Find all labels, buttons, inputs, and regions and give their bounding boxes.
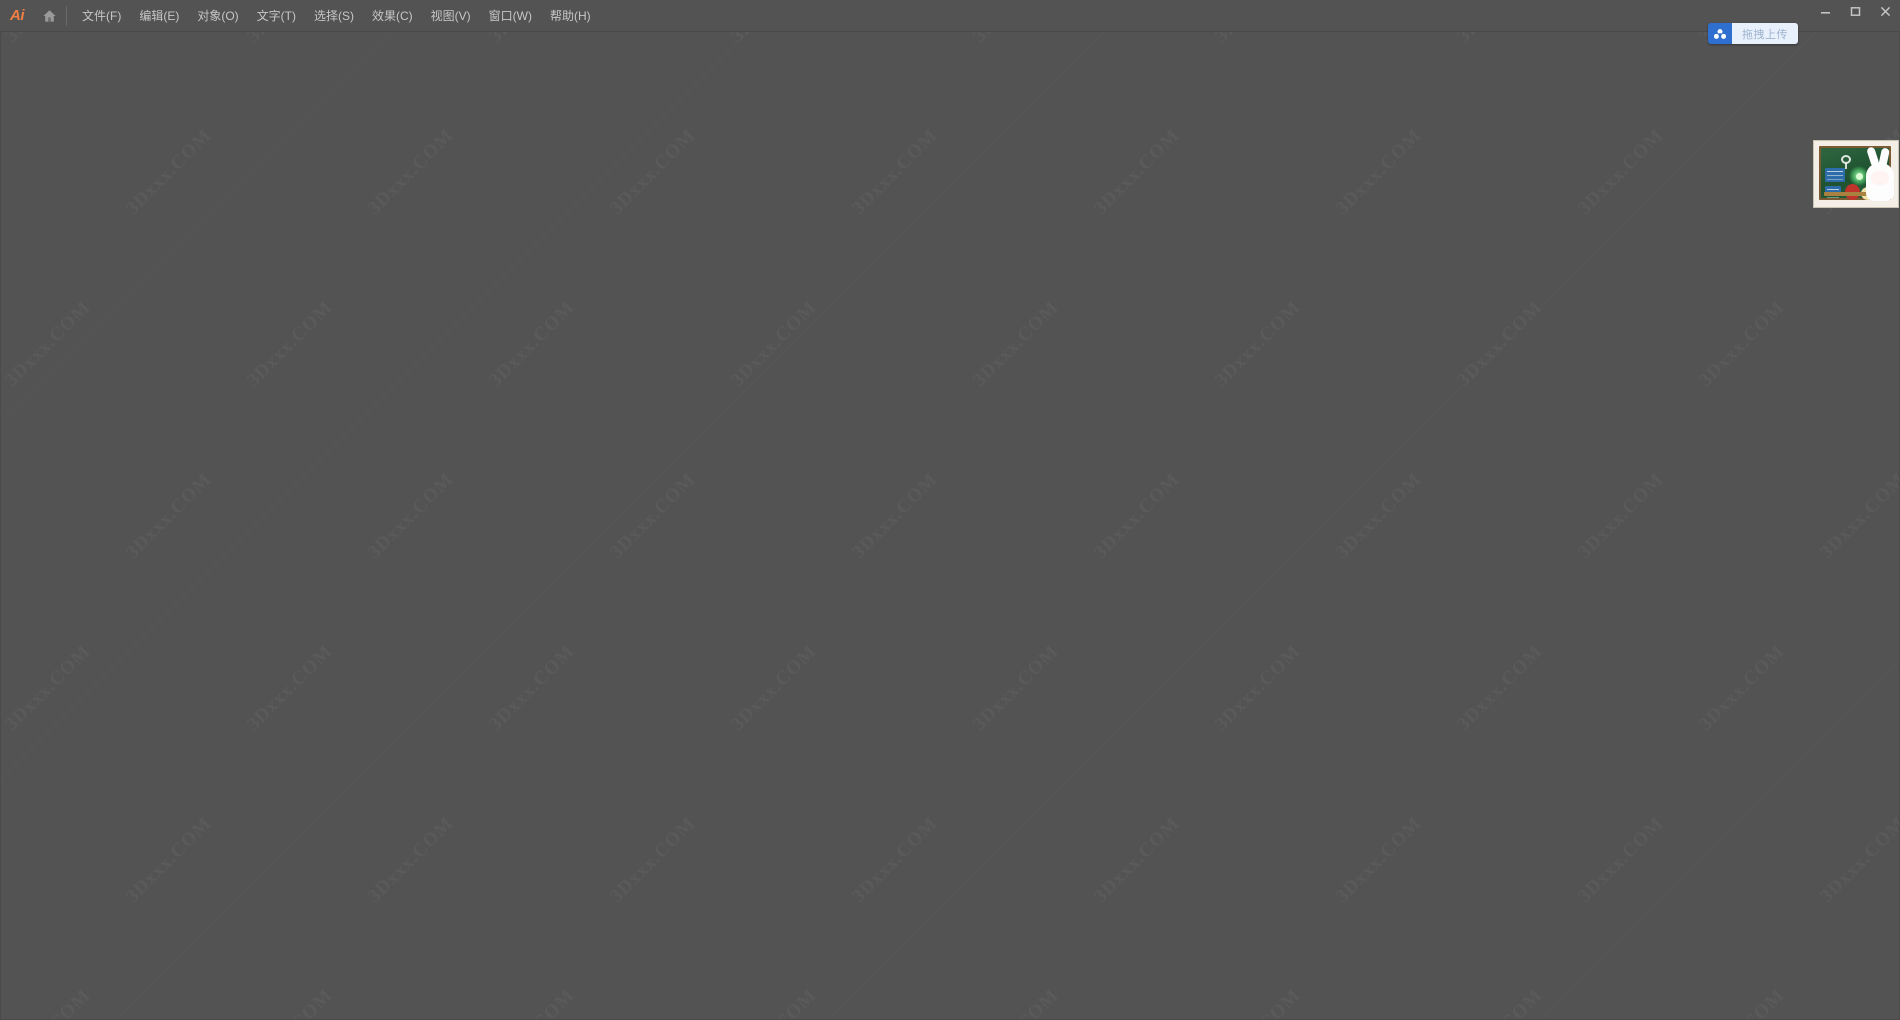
rabbit-face xyxy=(1871,171,1889,185)
watermark-text: 3Dxxx.COM xyxy=(364,813,459,908)
menu-item-edit[interactable]: 编辑(E) xyxy=(130,0,188,32)
menu-item-window[interactable]: 窗口(W) xyxy=(480,0,541,32)
watermark-text: 3Dxxx.COM xyxy=(122,125,217,220)
watermark-text: 3Dxxx.COM xyxy=(122,813,217,908)
watermark-text: 3Dxxx.COM xyxy=(848,813,943,908)
watermark-text: 3Dxxx.COM xyxy=(485,985,580,1019)
drag-upload-button[interactable]: 拖拽上传 xyxy=(1708,23,1798,44)
menu-bar: Ai 文件(F) 编辑(E) 对象(O) 文字(T) 选择(S) 效果(C) 视… xyxy=(0,0,1900,44)
canvas-area[interactable]: 3Dxxx.COM 3Dxxx.COM 3Dxxx.COM 3Dxxx.COM 3Dxx… xyxy=(0,32,1900,1020)
chalk-doodle-stem-icon xyxy=(1845,163,1847,169)
drag-upload-label: 拖拽上传 xyxy=(1732,23,1798,44)
close-icon xyxy=(1880,6,1891,17)
chalk-panel-lines xyxy=(1827,171,1843,172)
watermark-text: 3Dxxx.COM xyxy=(1574,813,1669,908)
rabbit-character xyxy=(1862,146,1896,201)
watermark-text: 3Dxxx.COM xyxy=(1332,469,1427,564)
watermark-text: 3Dxxx.COM xyxy=(1453,32,1548,48)
menu-item-type[interactable]: 文字(T) xyxy=(248,0,305,32)
watermark-text: 3Dxxx.COM xyxy=(727,32,822,48)
watermark-text: 3Dxxx.COM xyxy=(727,641,822,736)
watermark-text: 3Dxxx.COM xyxy=(1211,32,1306,48)
watermark-text: 3Dxxx.COM xyxy=(1090,469,1185,564)
menu-item-view[interactable]: 视图(V) xyxy=(422,0,480,32)
artwork-thumbnail[interactable]: ♪ xyxy=(1813,140,1899,208)
watermark-text: 3Dxxx.COM xyxy=(1695,641,1790,736)
watermark-text: 3Dxxx.COM xyxy=(243,32,338,48)
watermark-text: 3Dxxx.COM xyxy=(1211,985,1306,1019)
artwork-illustration: ♪ xyxy=(1814,141,1898,207)
menu-item-select[interactable]: 选择(S) xyxy=(305,0,363,32)
watermark-text: 3Dxxx.COM xyxy=(364,469,459,564)
application-window: Ai 文件(F) 编辑(E) 对象(O) 文字(T) 选择(S) 效果(C) 视… xyxy=(0,0,1900,1020)
watermark-text: 3Dxxx.COM xyxy=(485,297,580,392)
watermark-text: 3Dxxx.COM xyxy=(1816,813,1899,908)
menu-item-list: 文件(F) 编辑(E) 对象(O) 文字(T) 选择(S) 效果(C) 视图(V… xyxy=(73,0,600,32)
chalk-panel-lines xyxy=(1827,189,1839,190)
watermark-text: 3Dxxx.COM xyxy=(122,469,217,564)
home-button[interactable] xyxy=(34,0,64,32)
watermark-text: 3Dxxx.COM xyxy=(1453,297,1548,392)
watermark-text: 3Dxxx.COM xyxy=(1211,641,1306,736)
window-controls xyxy=(1810,0,1900,22)
diagonal-hairlines xyxy=(1,32,1899,1019)
watermark-text: 3Dxxx.COM xyxy=(1695,297,1790,392)
watermark-text: 3Dxxx.COM xyxy=(1211,297,1306,392)
watermark-text: 3Dxxx.COM xyxy=(606,125,701,220)
watermark-text: 3Dxxx.COM xyxy=(1453,641,1548,736)
watermark-text: 3Dxxx.COM xyxy=(1,641,96,736)
watermark-text: 3Dxxx.COM xyxy=(1090,813,1185,908)
watermark-text: 3Dxxx.COM xyxy=(243,297,338,392)
watermark-text: 3Dxxx.COM xyxy=(1695,985,1790,1019)
watermark-text: 3Dxxx.COM xyxy=(485,641,580,736)
watermark-text: 3Dxxx.COM xyxy=(1332,813,1427,908)
maximize-icon xyxy=(1850,6,1861,17)
minimize-button[interactable] xyxy=(1810,0,1840,22)
watermark-text: 3Dxxx.COM xyxy=(1,32,96,48)
watermark-text: 3Dxxx.COM xyxy=(1574,125,1669,220)
app-logo: Ai xyxy=(10,7,25,24)
watermark-text: 3Dxxx.COM xyxy=(243,641,338,736)
menubar-divider xyxy=(66,5,67,26)
watermark-text: 3Dxxx.COM xyxy=(1816,469,1899,564)
menu-item-file[interactable]: 文件(F) xyxy=(73,0,130,32)
watermark-text: 3Dxxx.COM xyxy=(1574,469,1669,564)
minimize-icon xyxy=(1820,6,1831,17)
watermark-text: 3Dxxx.COM xyxy=(364,125,459,220)
watermark-text: 3Dxxx.COM xyxy=(606,813,701,908)
cloud-upload-icon xyxy=(1708,23,1732,44)
watermark-text: 3Dxxx.COM xyxy=(969,297,1064,392)
watermark-text: 3Dxxx.COM xyxy=(606,469,701,564)
menu-item-effect[interactable]: 效果(C) xyxy=(363,0,422,32)
watermark-text: 3Dxxx.COM xyxy=(727,297,822,392)
watermark-text: 3Dxxx.COM xyxy=(1,985,96,1019)
menu-item-help[interactable]: 帮助(H) xyxy=(541,0,600,32)
chalk-panel-upper xyxy=(1825,168,1845,182)
watermark-text: 3Dxxx.COM xyxy=(969,985,1064,1019)
watermark-text: 3Dxxx.COM xyxy=(1,297,96,392)
watermark-text: 3Dxxx.COM xyxy=(969,32,1064,48)
close-button[interactable] xyxy=(1870,0,1900,22)
home-icon xyxy=(42,9,57,23)
watermark-text: 3Dxxx.COM xyxy=(243,985,338,1019)
watermark-text: 3Dxxx.COM xyxy=(485,32,580,48)
watermark-overlay: 3Dxxx.COM 3Dxxx.COM 3Dxxx.COM 3Dxxx.COM 3Dxx… xyxy=(1,32,1899,1019)
watermark-text: 3Dxxx.COM xyxy=(848,469,943,564)
watermark-text: 3Dxxx.COM xyxy=(1090,125,1185,220)
watermark-text: 3Dxxx.COM xyxy=(848,125,943,220)
maximize-button[interactable] xyxy=(1840,0,1870,22)
watermark-text: 3Dxxx.COM xyxy=(1332,125,1427,220)
menu-item-object[interactable]: 对象(O) xyxy=(188,0,247,32)
watermark-text: 3Dxxx.COM xyxy=(969,641,1064,736)
watermark-text: 3Dxxx.COM xyxy=(1453,985,1548,1019)
watermark-text: 3Dxxx.COM xyxy=(727,985,822,1019)
